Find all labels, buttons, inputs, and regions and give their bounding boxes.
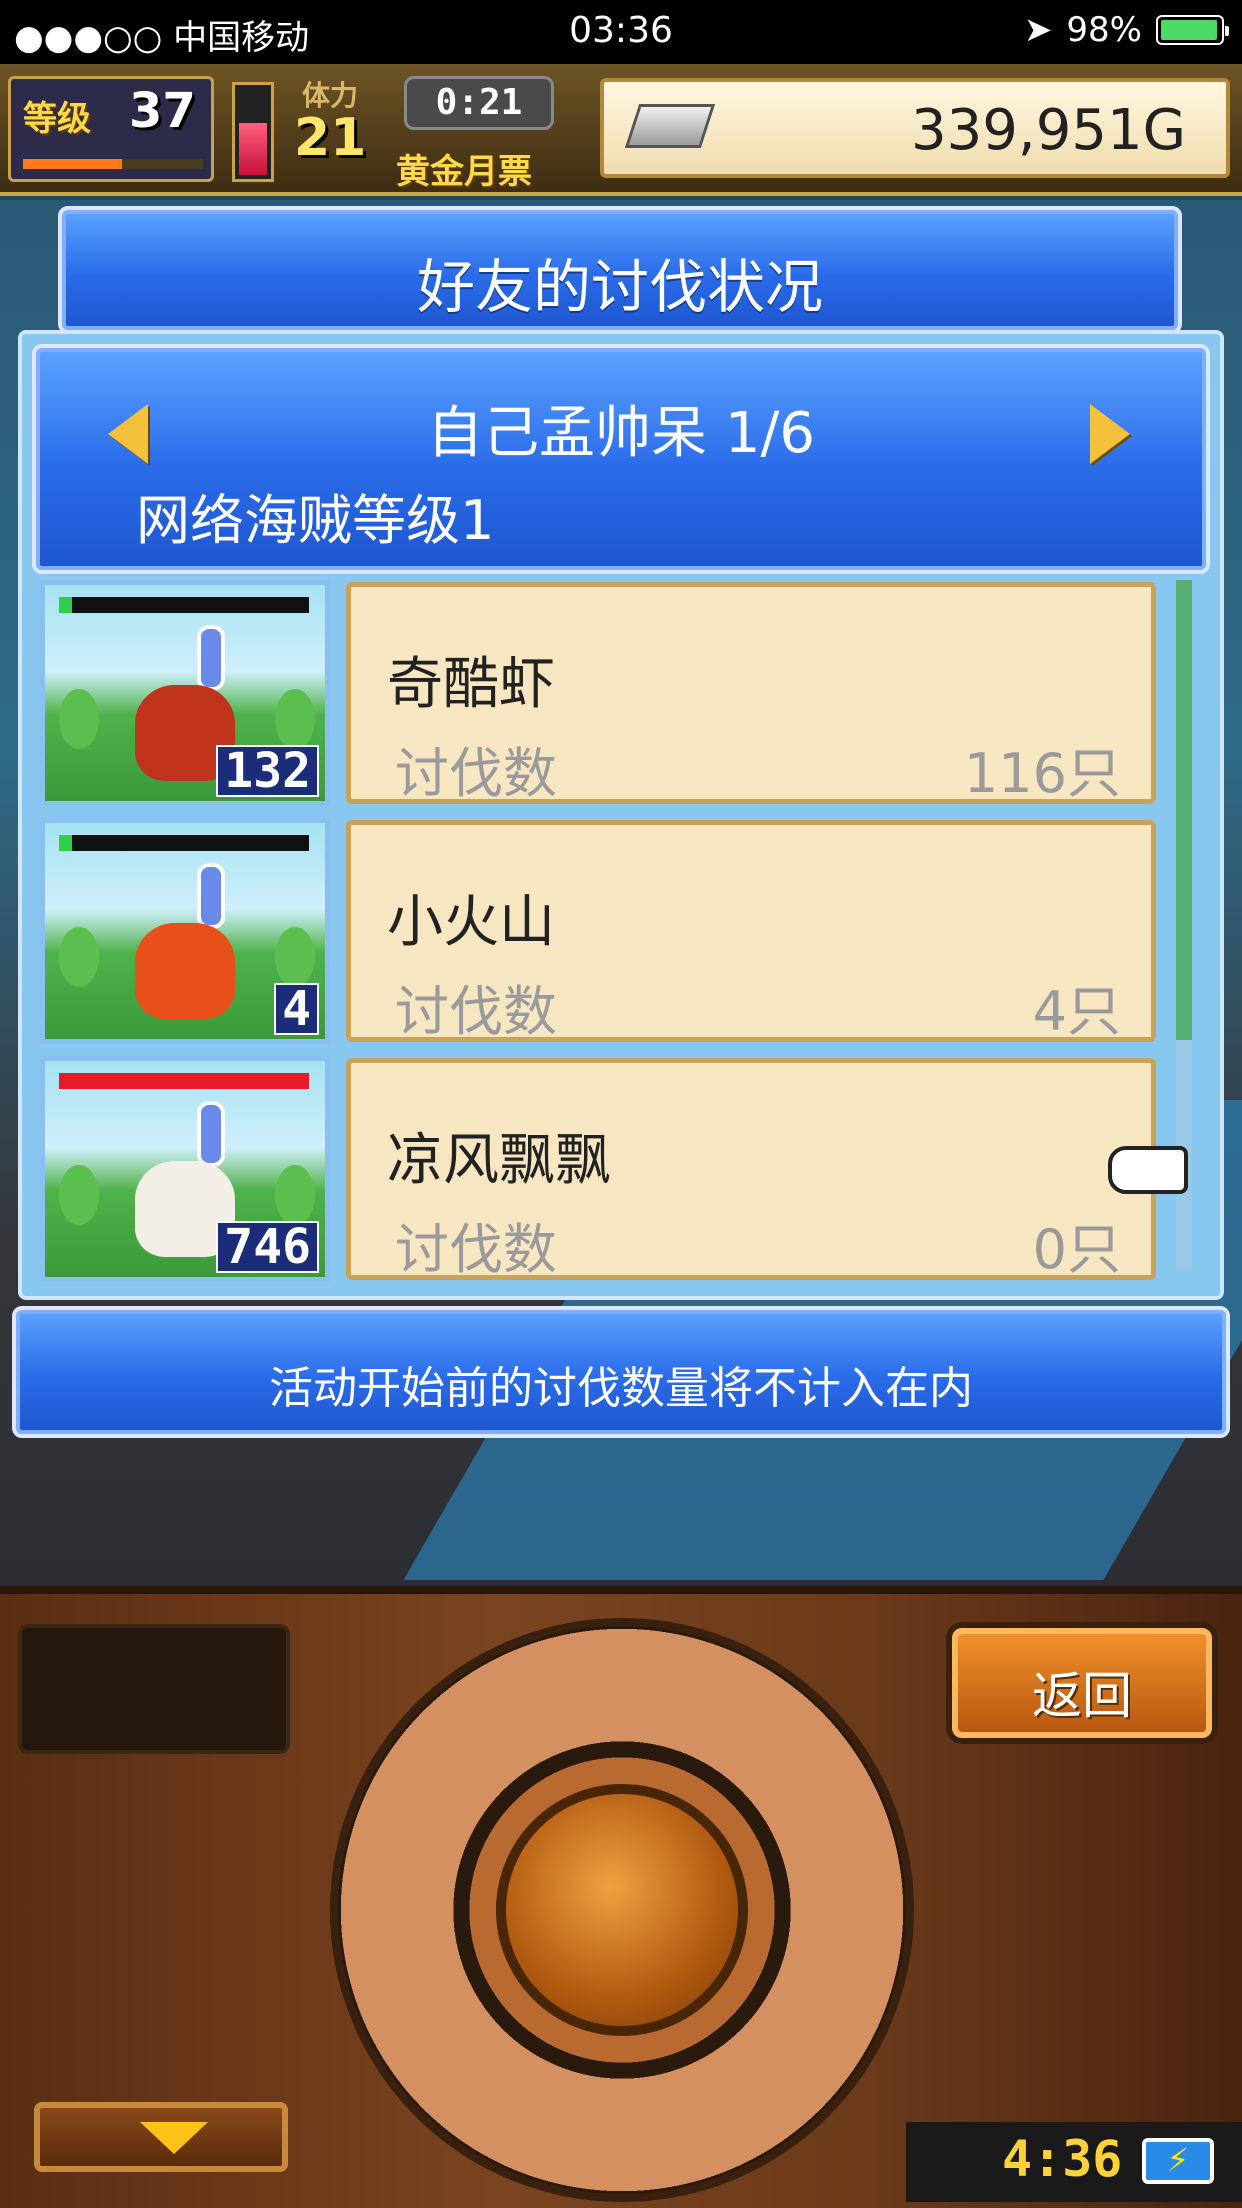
monster-name: 奇酷虾 — [387, 652, 555, 717]
kill-count-value: 116只 — [963, 742, 1121, 805]
chevron-down-icon — [140, 2122, 208, 2154]
back-button-label: 返回 — [1032, 1667, 1132, 1725]
location-icon: ➤ — [1023, 10, 1053, 50]
exclamation-icon — [197, 863, 225, 929]
monster-number-badge: 132 — [216, 745, 319, 797]
gold-ticket-label[interactable]: 黄金月票 — [396, 144, 532, 193]
stamina-gauge — [232, 82, 274, 182]
stamina-timer: 0:21 — [404, 76, 554, 130]
monster-card[interactable]: 小火山 讨伐数 4只 — [346, 820, 1156, 1043]
hp-bar — [59, 1073, 309, 1089]
monster-number-badge: 4 — [274, 983, 319, 1035]
kill-count-value: 0只 — [1032, 1218, 1121, 1281]
page-title: 好友的讨伐状况 — [416, 253, 823, 321]
pointing-hand-icon — [1108, 1146, 1188, 1194]
battery-percent: 98% — [1066, 10, 1142, 50]
monster-sprite — [135, 923, 235, 1019]
kill-count-label: 讨伐数 — [395, 1218, 557, 1281]
menu-toggle-button[interactable] — [34, 2102, 288, 2172]
kill-count-label: 讨伐数 — [395, 980, 557, 1043]
back-button[interactable]: 返回 — [952, 1628, 1212, 1738]
next-arrow-icon[interactable] — [1090, 404, 1130, 464]
money-box: 339,951G — [600, 78, 1230, 178]
notice-text: 活动开始前的讨伐数量将不计入在内 — [269, 1363, 973, 1414]
monster-number-badge: 746 — [216, 1221, 319, 1273]
stamina-value: 21 — [294, 108, 367, 168]
game-clock: 4:36 ⚡ — [906, 2122, 1242, 2202]
monster-card[interactable]: 凉风飘飘 讨伐数 0只 — [346, 1058, 1156, 1281]
hp-bar — [59, 835, 309, 851]
controller-panel: 返回 4:36 ⚡ — [0, 1586, 1242, 2208]
monster-name: 小火山 — [387, 890, 555, 955]
monster-card[interactable]: 奇酷虾 讨伐数 116只 — [346, 582, 1156, 805]
kill-count-value: 4只 — [1032, 980, 1121, 1043]
list-item[interactable]: 746 凉风飘飘 讨伐数 0只 — [36, 1052, 1186, 1282]
money-value: 339,951G — [911, 98, 1186, 163]
game-hud: 等级 37 体力 21 0:21 黄金月票 339,951G — [0, 64, 1242, 196]
center-action-button[interactable] — [496, 1784, 748, 2036]
battery-icon — [1156, 15, 1229, 45]
game-clock-time: 4:36 — [1002, 2130, 1123, 2188]
exclamation-icon — [197, 1101, 225, 1167]
exp-bar — [23, 159, 203, 169]
friend-name-page: 自己孟帅呆 1/6 — [427, 401, 815, 466]
friend-header: 自己孟帅呆 1/6 网络海贼等级1 — [32, 344, 1210, 574]
kill-count-label: 讨伐数 — [395, 742, 557, 805]
monster-name: 凉风飘飘 — [387, 1128, 611, 1193]
level-value: 37 — [129, 83, 196, 139]
title-panel: 好友的讨伐状况 — [58, 206, 1182, 334]
monster-thumbnail: 132 — [40, 580, 330, 806]
status-right: ➤ 98% — [1023, 10, 1229, 50]
status-bar: ●●●○○ 中国移动 03:36 ➤ 98% — [0, 0, 1242, 64]
exclamation-icon — [197, 625, 225, 691]
level-label: 等级 — [23, 99, 91, 139]
silver-bar-icon — [624, 104, 716, 148]
hp-bar — [59, 597, 309, 613]
monster-list[interactable]: 132 奇酷虾 讨伐数 116只 4 小火山 讨伐数 4只 746 凉风飘飘 讨… — [36, 576, 1186, 1286]
level-box: 等级 37 — [8, 76, 214, 182]
empty-slot — [18, 1624, 290, 1754]
charging-battery-icon: ⚡ — [1142, 2138, 1214, 2184]
list-item[interactable]: 4 小火山 讨伐数 4只 — [36, 814, 1186, 1044]
monster-thumbnail: 746 — [40, 1056, 330, 1282]
monster-thumbnail: 4 — [40, 818, 330, 1044]
list-item[interactable]: 132 奇酷虾 讨伐数 116只 — [36, 576, 1186, 806]
friend-pirate-level: 网络海贼等级1 — [136, 489, 495, 552]
notice-panel: 活动开始前的讨伐数量将不计入在内 — [12, 1306, 1230, 1438]
